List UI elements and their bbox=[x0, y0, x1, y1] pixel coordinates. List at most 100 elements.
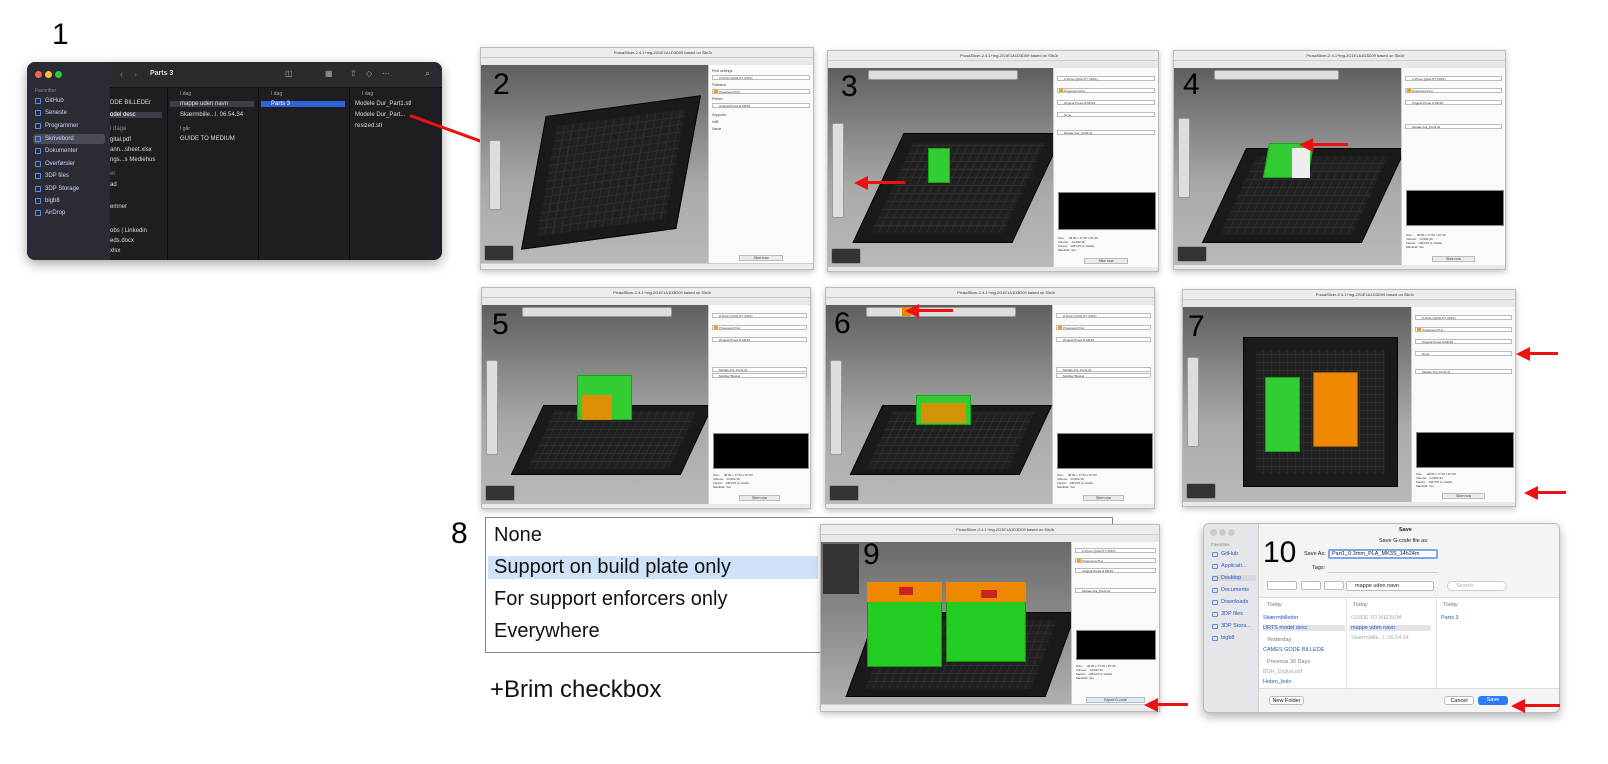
view-toggle[interactable] bbox=[829, 485, 859, 501]
sidebar-item-github[interactable]: GitHub bbox=[33, 96, 105, 106]
tag-icon[interactable]: ◇ bbox=[366, 69, 372, 78]
object-list-row[interactable]: Modifier Blocker bbox=[712, 373, 807, 378]
sidebar-item-github[interactable]: GitHub bbox=[1212, 551, 1238, 557]
menu-item-support-enforcers-only[interactable]: For support enforcers only bbox=[494, 588, 727, 611]
list-item[interactable]: odel desc bbox=[110, 112, 162, 118]
object-list-row[interactable]: Modele Dur_Part1.stl bbox=[1057, 130, 1155, 135]
print-settings-combo[interactable]: 0.15mm QUALITY (MK3) bbox=[712, 75, 810, 80]
printer-combo[interactable]: Original Prusa i3 MK3S bbox=[1056, 337, 1151, 342]
sidebar-item-downloads[interactable]: Downloads bbox=[1212, 599, 1248, 605]
slice-now-button[interactable]: Slice now bbox=[1442, 493, 1485, 499]
menu-item-none[interactable]: None bbox=[494, 524, 542, 547]
sidebar-item-bigb8[interactable]: bigb8 bbox=[33, 196, 105, 206]
sidebar-item-dokumenter[interactable]: Dokumenter bbox=[33, 146, 105, 156]
grid-icon[interactable]: ▦ bbox=[325, 69, 333, 78]
list-item[interactable]: gital.pdf bbox=[110, 137, 131, 143]
search-field[interactable]: Search bbox=[1447, 581, 1507, 591]
list-item[interactable]: Hobro_bolo bbox=[1263, 679, 1291, 685]
sidebar-item-applications[interactable]: Applicati... bbox=[1212, 563, 1246, 569]
3d-viewport[interactable] bbox=[1183, 307, 1413, 502]
list-item[interactable]: Modele Dur_Part... bbox=[355, 112, 405, 118]
list-item[interactable]: mappe uden navn bbox=[170, 101, 254, 107]
3d-viewport[interactable] bbox=[1174, 68, 1407, 265]
list-item[interactable]: xlsx bbox=[110, 248, 120, 254]
print-settings-combo[interactable]: 0.15mm QUALITY (MK3) bbox=[1415, 315, 1512, 320]
object-list-row[interactable]: Modele Dur_Part1.stl bbox=[712, 367, 807, 372]
share-icon[interactable]: ⇧ bbox=[350, 69, 357, 78]
list-item[interactable]: eds.docx bbox=[110, 238, 134, 244]
sidebar-item-bigb8[interactable]: bigb8 bbox=[1212, 635, 1234, 641]
list-item[interactable]: ad bbox=[110, 182, 117, 188]
close-button[interactable] bbox=[1210, 529, 1217, 536]
list-item[interactable]: obs | Linkedin bbox=[110, 228, 147, 234]
filament-combo[interactable]: Prusament PLA bbox=[1056, 325, 1151, 330]
object-list-row[interactable]: Modele Dur_Part1.stl bbox=[1405, 124, 1502, 129]
print-settings-combo[interactable]: 0.15mm QUALITY (MK3) bbox=[1405, 76, 1502, 81]
export-gcode-button[interactable]: Export G-code bbox=[1086, 697, 1145, 703]
supports-combo[interactable]: None bbox=[1057, 112, 1155, 117]
cancel-button[interactable]: Cancel bbox=[1444, 696, 1474, 705]
printer-combo[interactable]: Original Prusa i3 MK3S bbox=[1415, 339, 1512, 344]
printer-combo[interactable]: Original Prusa i3 MK3S bbox=[1057, 100, 1155, 105]
print-settings-combo[interactable]: 0.15mm QUALITY (MK3) bbox=[1057, 76, 1155, 81]
view-toggle[interactable] bbox=[1186, 483, 1216, 499]
more-icon[interactable]: ⋯ bbox=[382, 69, 390, 78]
filament-combo[interactable]: Prusament PLA bbox=[712, 325, 807, 330]
printer-combo[interactable]: Original Prusa i3 MK3S bbox=[1075, 568, 1156, 573]
filament-combo[interactable]: Prusament PLA bbox=[712, 89, 810, 94]
list-item[interactable]: mappe uden navn bbox=[1349, 625, 1431, 631]
object-list-row[interactable]: Modele Dur_Part1.stl bbox=[1056, 367, 1151, 372]
sidebar-item-3dp-files[interactable]: 3DP files bbox=[1212, 611, 1243, 617]
left-toolbar[interactable] bbox=[489, 140, 501, 210]
nav-back-forward[interactable] bbox=[1267, 581, 1297, 590]
list-item[interactable]: Skærmbilleder bbox=[1263, 615, 1298, 621]
object-list-row[interactable]: Modifier Blocker bbox=[1056, 373, 1151, 378]
filament-combo[interactable]: Prusament PLA bbox=[1415, 327, 1512, 332]
object-list-row[interactable]: Modele Dur_Part1.stl bbox=[1075, 588, 1156, 593]
slice-now-button[interactable]: Slice now bbox=[1083, 495, 1124, 501]
sidebar-item-overforsler[interactable]: Overførsler bbox=[33, 159, 105, 169]
top-toolbar[interactable] bbox=[1214, 70, 1339, 80]
slice-now-button[interactable]: Slice now bbox=[739, 495, 780, 501]
menu-item-support-on-build-plate-only[interactable]: Support on build plate only bbox=[488, 556, 818, 579]
sidebar-item-3dp-storage[interactable]: 3DP Stora... bbox=[1212, 623, 1251, 629]
view-toggle[interactable] bbox=[485, 485, 515, 501]
3d-viewport[interactable] bbox=[828, 68, 1064, 267]
menu-item-everywhere[interactable]: Everywhere bbox=[494, 620, 600, 643]
left-toolbar[interactable] bbox=[830, 360, 842, 455]
slice-now-button[interactable]: Slice now bbox=[1084, 258, 1128, 264]
sidebar-item-programmer[interactable]: Programmer bbox=[33, 121, 105, 131]
grid-icon[interactable] bbox=[1324, 581, 1344, 590]
3d-viewport[interactable] bbox=[482, 305, 714, 504]
minimize-button[interactable] bbox=[1219, 529, 1226, 536]
sidebar-item-documents[interactable]: Documents bbox=[1212, 587, 1249, 593]
new-folder-button[interactable]: New Folder bbox=[1269, 696, 1304, 705]
list-item[interactable]: DDE BILLEDEr bbox=[110, 100, 151, 106]
list-item[interactable]: ngs...s Mediehus bbox=[110, 157, 155, 163]
top-toolbar[interactable] bbox=[522, 307, 672, 317]
3d-viewport[interactable] bbox=[481, 65, 709, 265]
zoom-button[interactable] bbox=[55, 71, 62, 78]
supports-combo[interactable]: None bbox=[1415, 351, 1512, 356]
print-settings-combo[interactable]: 0.15mm QUALITY (MK3) bbox=[1075, 548, 1156, 553]
top-toolbar[interactable] bbox=[868, 70, 1018, 80]
list-item[interactable]: CAMES GODE BILLEDE bbox=[1263, 647, 1324, 653]
left-toolbar[interactable] bbox=[486, 360, 498, 455]
tags-input[interactable] bbox=[1328, 564, 1438, 573]
model-object[interactable] bbox=[928, 148, 950, 183]
print-settings-combo[interactable]: 0.15mm QUALITY (MK3) bbox=[712, 313, 807, 318]
view-toggle[interactable] bbox=[1177, 246, 1207, 262]
list-item[interactable]: GUIDE TO MEDIUM bbox=[180, 136, 235, 142]
close-button[interactable] bbox=[35, 71, 42, 78]
printer-combo[interactable]: Original Prusa i3 MK3S bbox=[712, 103, 810, 108]
left-toolbar[interactable] bbox=[1187, 357, 1199, 447]
view-columns-icon[interactable]: ◫ bbox=[285, 69, 293, 78]
list-item[interactable]: resized.stl bbox=[355, 123, 382, 129]
left-toolbar[interactable] bbox=[832, 123, 844, 218]
sidebar-item-airdrop[interactable]: AirDrop bbox=[33, 208, 105, 218]
zoom-button[interactable] bbox=[1228, 529, 1235, 536]
view-columns-icon[interactable] bbox=[1301, 581, 1321, 590]
sidebar-item-seneste[interactable]: Seneste bbox=[33, 108, 105, 118]
view-toggle[interactable] bbox=[484, 245, 514, 261]
list-item[interactable]: Parts 3 bbox=[1441, 615, 1458, 621]
